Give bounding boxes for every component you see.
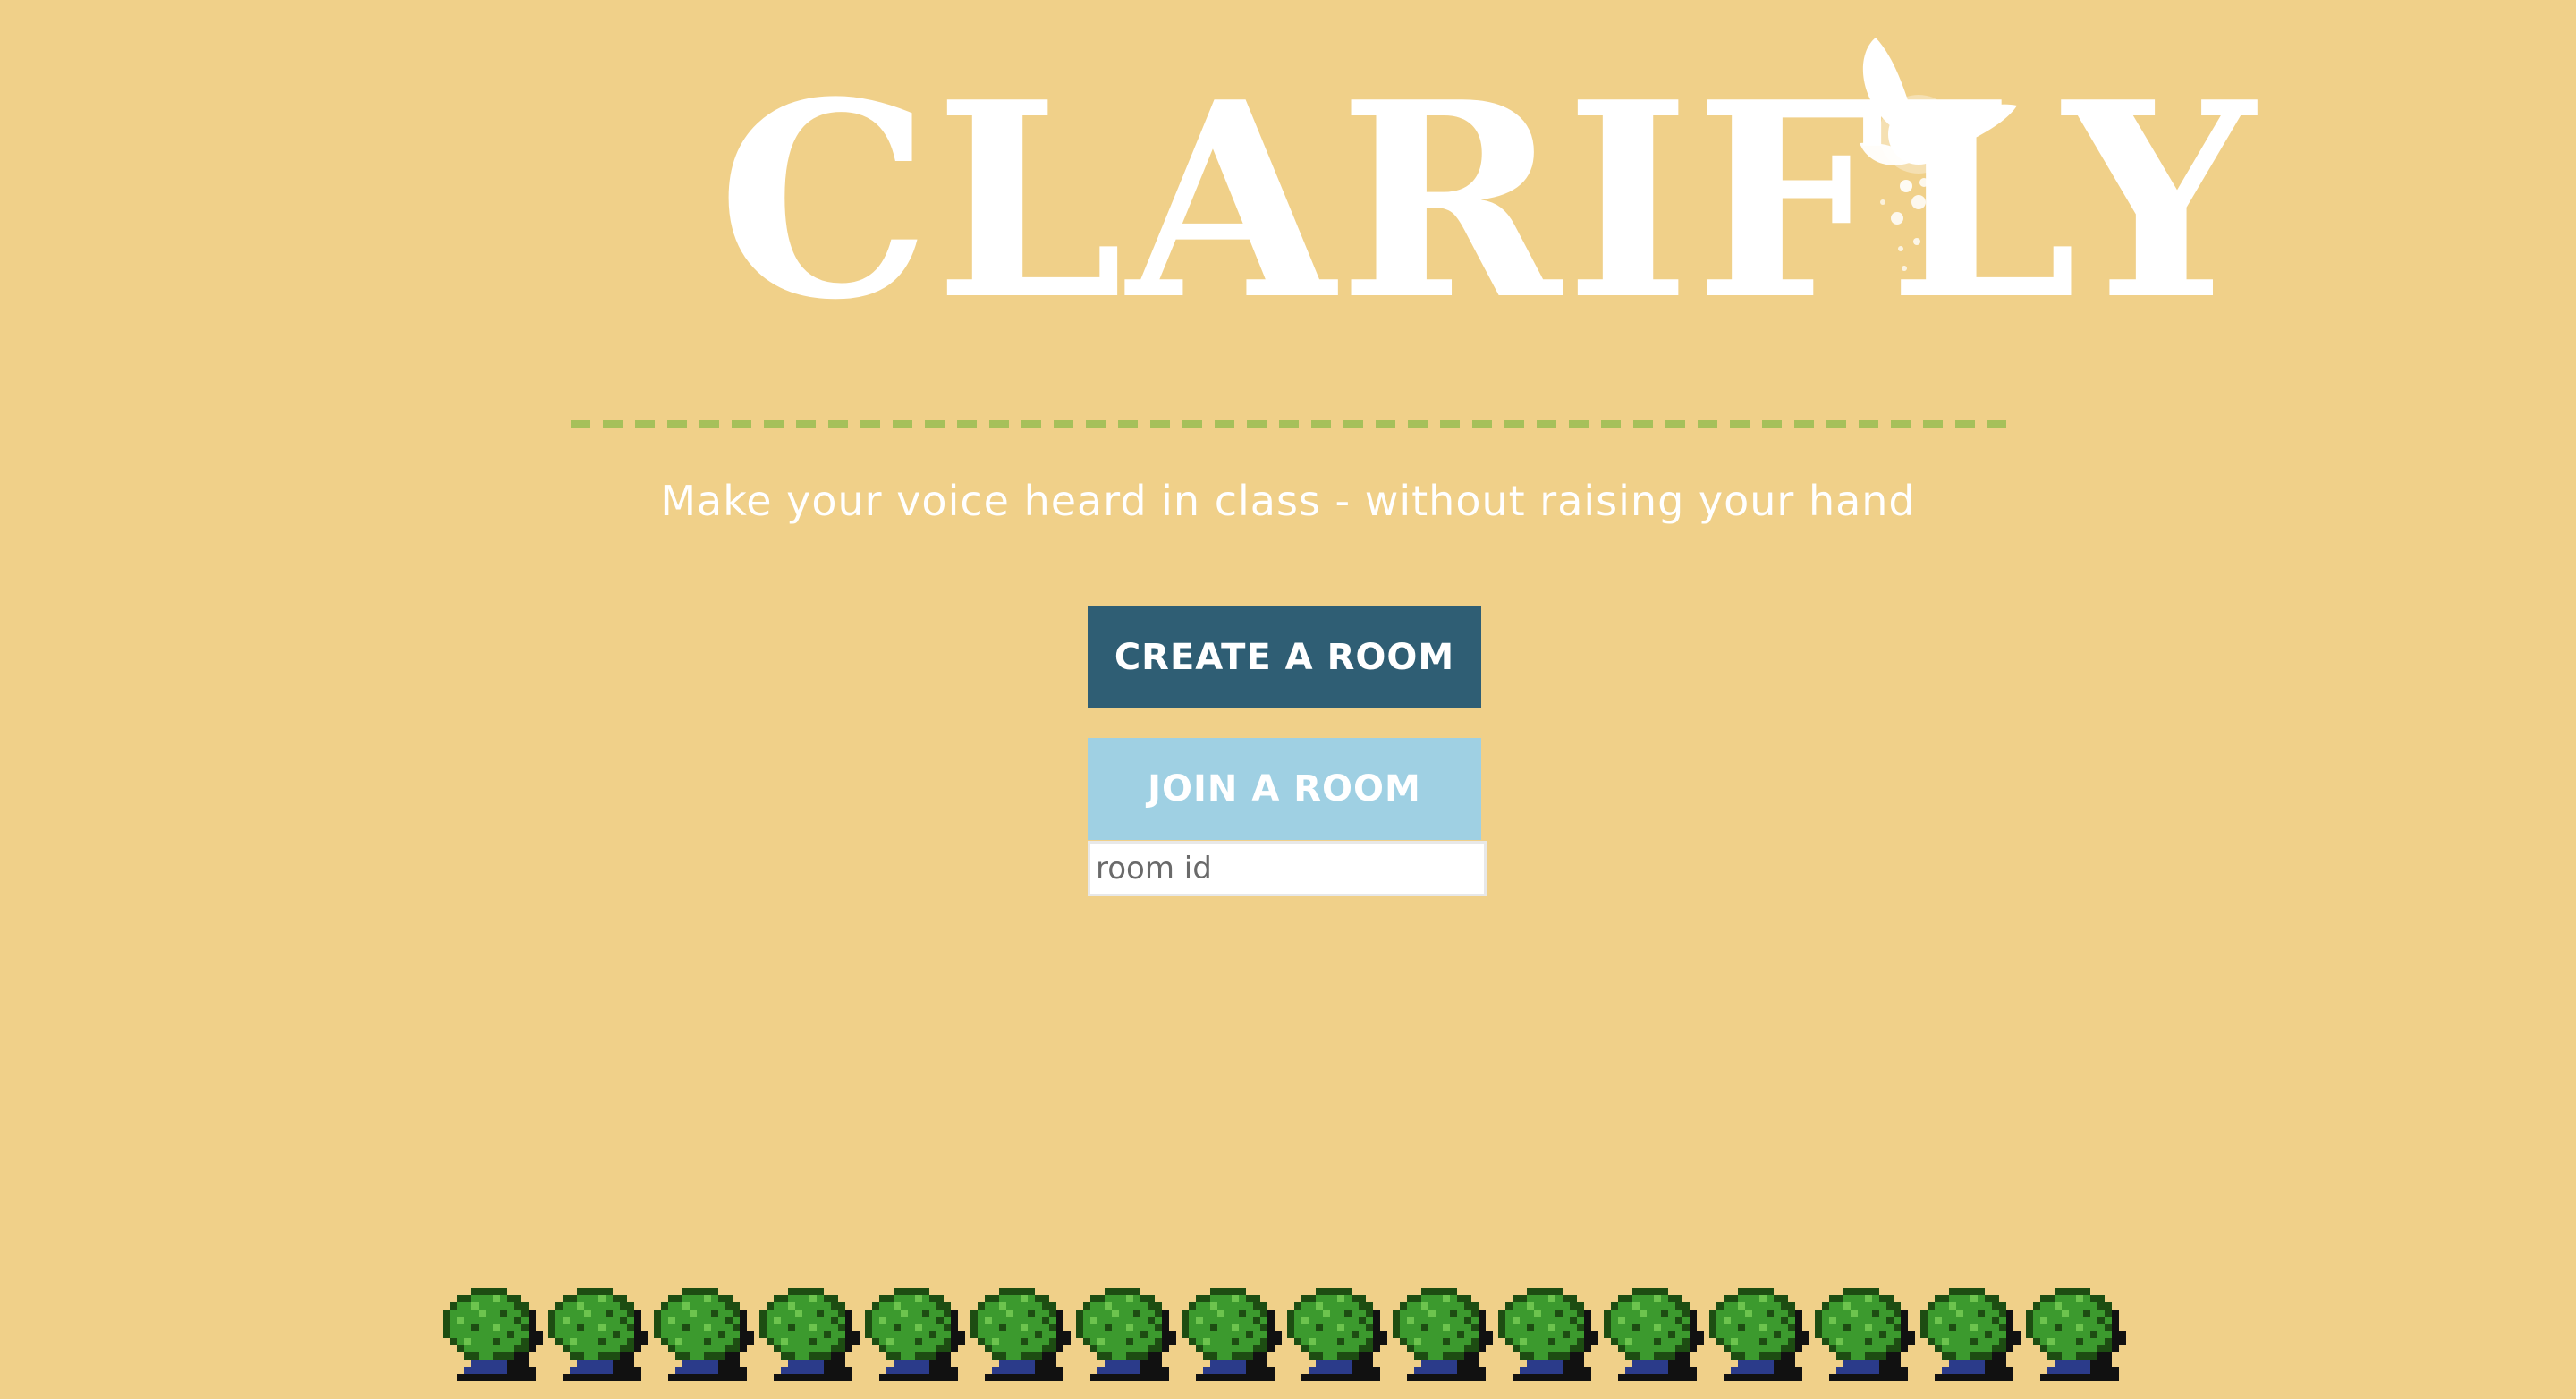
bush-icon <box>759 1288 860 1381</box>
bush-icon <box>865 1288 965 1381</box>
bush-icon <box>548 1288 648 1381</box>
bush-icon <box>1287 1288 1387 1381</box>
tagline: Make your voice heard in class - without… <box>660 477 1916 525</box>
bush-icon <box>443 1288 543 1381</box>
landing-page: CLARIFLY Make your voice heard in class … <box>0 0 2576 1399</box>
dashed-divider <box>571 420 2006 428</box>
bush-icon <box>1393 1288 1493 1381</box>
room-id-input[interactable] <box>1088 841 1487 896</box>
fairy-icon <box>1860 38 2017 271</box>
logo-wordmark: CLARIFLY <box>717 43 2259 359</box>
logo: CLARIFLY <box>698 27 2255 359</box>
create-room-button[interactable]: CREATE A ROOM <box>1088 606 1481 708</box>
create-room-label: CREATE A ROOM <box>1114 637 1455 678</box>
bush-icon <box>1498 1288 1598 1381</box>
bush-icon <box>1604 1288 1704 1381</box>
bush-icon <box>1815 1288 1915 1381</box>
join-room-label: JOIN A ROOM <box>1148 768 1421 810</box>
bush-icon <box>1182 1288 1282 1381</box>
bush-icon <box>1076 1288 1176 1381</box>
bush-icon <box>1920 1288 2021 1381</box>
bush-row <box>443 1288 2133 1386</box>
bush-icon <box>2026 1288 2126 1381</box>
bush-icon <box>970 1288 1071 1381</box>
bush-icon <box>654 1288 754 1381</box>
join-room-button[interactable]: JOIN A ROOM <box>1088 738 1481 840</box>
bush-icon <box>1709 1288 1809 1381</box>
